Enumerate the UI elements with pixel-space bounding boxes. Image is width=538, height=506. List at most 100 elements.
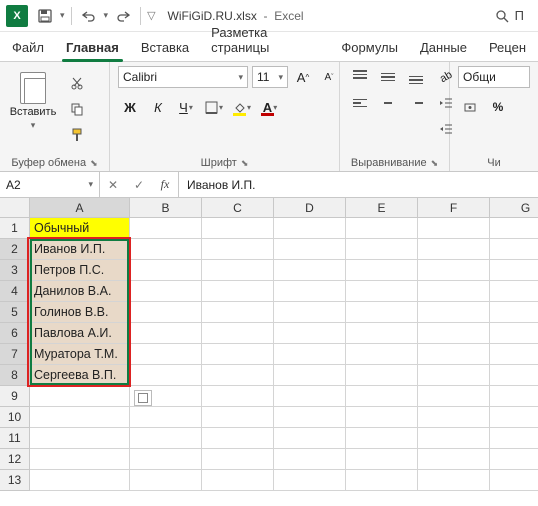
- cell-C6[interactable]: [202, 323, 274, 344]
- col-header-C[interactable]: C: [202, 198, 274, 218]
- col-header-A[interactable]: A: [30, 198, 130, 218]
- cell-A5[interactable]: Голинов В.В.: [30, 302, 130, 323]
- enter-formula-button[interactable]: ✓: [126, 178, 152, 192]
- cell-F7[interactable]: [418, 344, 490, 365]
- align-center-button[interactable]: [376, 92, 400, 114]
- cell-B2[interactable]: [130, 239, 202, 260]
- cell-D11[interactable]: [274, 428, 346, 449]
- cell-C4[interactable]: [202, 281, 274, 302]
- cell-A4[interactable]: Данилов В.А.: [30, 281, 130, 302]
- cell-C7[interactable]: [202, 344, 274, 365]
- cell-B3[interactable]: [130, 260, 202, 281]
- undo-button[interactable]: [78, 5, 100, 27]
- save-button[interactable]: [34, 5, 56, 27]
- cell-E7[interactable]: [346, 344, 418, 365]
- row-header-5[interactable]: 5: [0, 302, 30, 323]
- col-header-F[interactable]: F: [418, 198, 490, 218]
- format-painter-button[interactable]: [64, 124, 90, 146]
- row-header-4[interactable]: 4: [0, 281, 30, 302]
- cell-G5[interactable]: [490, 302, 538, 323]
- row-header-7[interactable]: 7: [0, 344, 30, 365]
- bold-button[interactable]: Ж: [118, 96, 142, 118]
- cell-B5[interactable]: [130, 302, 202, 323]
- tab-page-layout[interactable]: Разметка страницы: [209, 21, 321, 61]
- cell-B4[interactable]: [130, 281, 202, 302]
- copy-button[interactable]: [64, 98, 90, 120]
- cell-B8[interactable]: [130, 365, 202, 386]
- cell-F1[interactable]: [418, 218, 490, 239]
- tab-data[interactable]: Данные: [418, 36, 469, 61]
- font-dialog-launcher[interactable]: ⬊: [241, 158, 249, 169]
- cell-F10[interactable]: [418, 407, 490, 428]
- cell-C5[interactable]: [202, 302, 274, 323]
- cell-B10[interactable]: [130, 407, 202, 428]
- cell-D2[interactable]: [274, 239, 346, 260]
- cell-D6[interactable]: [274, 323, 346, 344]
- worksheet-grid[interactable]: ABCDEFG 12345678910111213 ОбычныйИванов …: [0, 198, 538, 506]
- fill-color-button[interactable]: ▾: [230, 96, 254, 118]
- redo-button[interactable]: [112, 5, 134, 27]
- cell-G7[interactable]: [490, 344, 538, 365]
- cell-B13[interactable]: [130, 470, 202, 491]
- cell-A11[interactable]: [30, 428, 130, 449]
- cell-C8[interactable]: [202, 365, 274, 386]
- cell-E3[interactable]: [346, 260, 418, 281]
- cell-D13[interactable]: [274, 470, 346, 491]
- cell-F3[interactable]: [418, 260, 490, 281]
- cell-A12[interactable]: [30, 449, 130, 470]
- cell-C3[interactable]: [202, 260, 274, 281]
- cancel-formula-button[interactable]: ✕: [100, 178, 126, 192]
- select-all-corner[interactable]: [0, 198, 30, 218]
- cell-G2[interactable]: [490, 239, 538, 260]
- cell-E1[interactable]: [346, 218, 418, 239]
- cell-A8[interactable]: Сергеева В.П.: [30, 365, 130, 386]
- cell-C2[interactable]: [202, 239, 274, 260]
- cell-F11[interactable]: [418, 428, 490, 449]
- cell-C10[interactable]: [202, 407, 274, 428]
- cell-C1[interactable]: [202, 218, 274, 239]
- cell-A13[interactable]: [30, 470, 130, 491]
- alignment-dialog-launcher[interactable]: ⬊: [431, 158, 439, 169]
- cell-D5[interactable]: [274, 302, 346, 323]
- cell-C13[interactable]: [202, 470, 274, 491]
- cell-G11[interactable]: [490, 428, 538, 449]
- cell-C9[interactable]: [202, 386, 274, 407]
- cell-F9[interactable]: [418, 386, 490, 407]
- cell-F2[interactable]: [418, 239, 490, 260]
- percent-button[interactable]: %: [486, 96, 510, 118]
- cell-D7[interactable]: [274, 344, 346, 365]
- cell-F6[interactable]: [418, 323, 490, 344]
- row-header-13[interactable]: 13: [0, 470, 30, 491]
- cell-B1[interactable]: [130, 218, 202, 239]
- cell-G13[interactable]: [490, 470, 538, 491]
- align-middle-button[interactable]: [376, 66, 400, 88]
- cell-B11[interactable]: [130, 428, 202, 449]
- row-header-9[interactable]: 9: [0, 386, 30, 407]
- font-size-combo[interactable]: 11▾: [252, 66, 288, 88]
- cell-E9[interactable]: [346, 386, 418, 407]
- cell-A3[interactable]: Петров П.С.: [30, 260, 130, 281]
- row-header-8[interactable]: 8: [0, 365, 30, 386]
- tab-home[interactable]: Главная: [64, 36, 121, 61]
- cell-A1[interactable]: Обычный: [30, 218, 130, 239]
- cell-B7[interactable]: [130, 344, 202, 365]
- number-format-combo[interactable]: Общи: [458, 66, 530, 88]
- col-header-G[interactable]: G: [490, 198, 538, 218]
- align-left-button[interactable]: [348, 92, 372, 114]
- cell-D9[interactable]: [274, 386, 346, 407]
- cell-E10[interactable]: [346, 407, 418, 428]
- cell-G8[interactable]: [490, 365, 538, 386]
- cell-C11[interactable]: [202, 428, 274, 449]
- cell-B6[interactable]: [130, 323, 202, 344]
- cell-G10[interactable]: [490, 407, 538, 428]
- row-header-6[interactable]: 6: [0, 323, 30, 344]
- tab-review[interactable]: Рецен: [487, 36, 528, 61]
- cell-E12[interactable]: [346, 449, 418, 470]
- cell-C12[interactable]: [202, 449, 274, 470]
- cell-D10[interactable]: [274, 407, 346, 428]
- clipboard-dialog-launcher[interactable]: ⬊: [90, 158, 98, 169]
- row-header-11[interactable]: 11: [0, 428, 30, 449]
- align-right-button[interactable]: [404, 92, 428, 114]
- cell-A2[interactable]: Иванов И.П.: [30, 239, 130, 260]
- cell-D8[interactable]: [274, 365, 346, 386]
